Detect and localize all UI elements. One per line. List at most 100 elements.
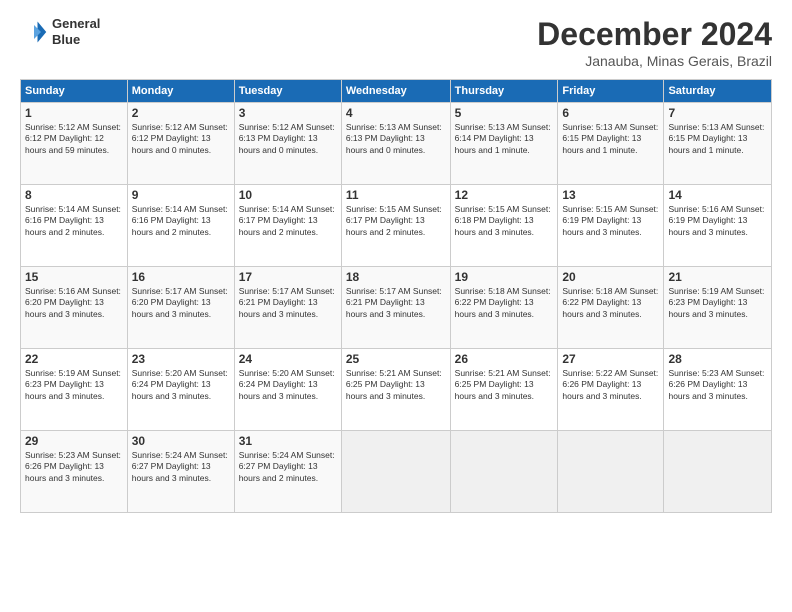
col-tuesday: Tuesday <box>234 80 341 103</box>
table-row: 17Sunrise: 5:17 AM Sunset: 6:21 PM Dayli… <box>234 267 341 349</box>
day-info: Sunrise: 5:17 AM Sunset: 6:20 PM Dayligh… <box>132 286 230 320</box>
day-info: Sunrise: 5:18 AM Sunset: 6:22 PM Dayligh… <box>562 286 659 320</box>
month-title: December 2024 <box>537 16 772 53</box>
day-number: 31 <box>239 434 337 448</box>
table-row: 16Sunrise: 5:17 AM Sunset: 6:20 PM Dayli… <box>127 267 234 349</box>
day-info: Sunrise: 5:13 AM Sunset: 6:15 PM Dayligh… <box>668 122 767 156</box>
logo-line2: Blue <box>52 32 100 48</box>
day-info: Sunrise: 5:14 AM Sunset: 6:17 PM Dayligh… <box>239 204 337 238</box>
table-row: 20 Sunrise: 5:18 AM Sunset: 6:22 PM Dayli… <box>558 267 664 349</box>
table-row: 6 Sunrise: 5:13 AM Sunset: 6:15 PM Daylig… <box>558 103 664 185</box>
day-info: Sunrise: 5:15 AM Sunset: 6:17 PM Dayligh… <box>346 204 446 238</box>
table-row <box>341 431 450 513</box>
table-row: 12 Sunrise: 5:15 AM Sunset: 6:18 PM Dayli… <box>450 185 558 267</box>
table-row: 13 Sunrise: 5:15 AM Sunset: 6:19 PM Dayli… <box>558 185 664 267</box>
day-number: 13 <box>562 188 659 202</box>
day-number: 11 <box>346 188 446 202</box>
table-row: 25 Sunrise: 5:21 AM Sunset: 6:25 PM Dayli… <box>341 349 450 431</box>
table-row <box>558 431 664 513</box>
table-row: 2 Sunrise: 5:12 AM Sunset: 6:12 PM Daylig… <box>127 103 234 185</box>
logo-icon <box>20 18 48 46</box>
day-info: Sunrise: 5:14 AM Sunset: 6:16 PM Dayligh… <box>25 204 123 238</box>
logo-line1: General <box>52 16 100 32</box>
page: General Blue December 2024 Janauba, Mina… <box>0 0 792 612</box>
day-number: 30 <box>132 434 230 448</box>
day-info: Sunrise: 5:17 AM Sunset: 6:21 PM Dayligh… <box>239 286 337 320</box>
day-info: Sunrise: 5:12 AM Sunset: 6:13 PM Dayligh… <box>239 122 337 156</box>
calendar-table: Sunday Monday Tuesday Wednesday Thursday… <box>20 79 772 513</box>
day-info: Sunrise: 5:13 AM Sunset: 6:13 PM Dayligh… <box>346 122 446 156</box>
col-sunday: Sunday <box>21 80 128 103</box>
calendar-header: Sunday Monday Tuesday Wednesday Thursday… <box>21 80 772 103</box>
calendar-week-3: 15 Sunrise: 5:16 AM Sunset: 6:20 PM Dayli… <box>21 267 772 349</box>
day-number: 22 <box>25 352 123 366</box>
day-info: Sunrise: 5:14 AM Sunset: 6:16 PM Dayligh… <box>132 204 230 238</box>
table-row: 9 Sunrise: 5:14 AM Sunset: 6:16 PM Daylig… <box>127 185 234 267</box>
day-number: 7 <box>668 106 767 120</box>
day-info: Sunrise: 5:23 AM Sunset: 6:26 PM Dayligh… <box>25 450 123 484</box>
day-info: Sunrise: 5:12 AM Sunset: 6:12 PM Dayligh… <box>132 122 230 156</box>
table-row <box>450 431 558 513</box>
day-info: Sunrise: 5:15 AM Sunset: 6:19 PM Dayligh… <box>562 204 659 238</box>
table-row: 7 Sunrise: 5:13 AM Sunset: 6:15 PM Daylig… <box>664 103 772 185</box>
location-subtitle: Janauba, Minas Gerais, Brazil <box>537 53 772 69</box>
calendar-body: 1 Sunrise: 5:12 AM Sunset: 6:12 PM Daylig… <box>21 103 772 513</box>
table-row <box>664 431 772 513</box>
table-row: 5 Sunrise: 5:13 AM Sunset: 6:14 PM Daylig… <box>450 103 558 185</box>
day-info: Sunrise: 5:24 AM Sunset: 6:27 PM Dayligh… <box>239 450 337 484</box>
day-number: 25 <box>346 352 446 366</box>
day-number: 24 <box>239 352 337 366</box>
day-info: Sunrise: 5:24 AM Sunset: 6:27 PM Dayligh… <box>132 450 230 484</box>
calendar-week-2: 8 Sunrise: 5:14 AM Sunset: 6:16 PM Daylig… <box>21 185 772 267</box>
day-info: Sunrise: 5:21 AM Sunset: 6:25 PM Dayligh… <box>346 368 446 402</box>
table-row: 10 Sunrise: 5:14 AM Sunset: 6:17 PM Dayli… <box>234 185 341 267</box>
day-info: Sunrise: 5:20 AM Sunset: 6:24 PM Dayligh… <box>132 368 230 402</box>
day-number: 15 <box>25 270 123 284</box>
table-row: 1Sunrise: 5:12 AM Sunset: 6:12 PM Daylig… <box>21 103 128 185</box>
day-info: Sunrise: 5:15 AM Sunset: 6:18 PM Dayligh… <box>455 204 554 238</box>
logo-text: General Blue <box>52 16 100 47</box>
table-row: 19 Sunrise: 5:18 AM Sunset: 6:22 PM Dayli… <box>450 267 558 349</box>
day-number: 14 <box>668 188 767 202</box>
title-block: December 2024 Janauba, Minas Gerais, Bra… <box>537 16 772 69</box>
col-wednesday: Wednesday <box>341 80 450 103</box>
day-number: 6 <box>562 106 659 120</box>
day-number: 23 <box>132 352 230 366</box>
table-row: 15 Sunrise: 5:16 AM Sunset: 6:20 PM Dayli… <box>21 267 128 349</box>
day-info: Sunrise: 5:19 AM Sunset: 6:23 PM Dayligh… <box>668 286 767 320</box>
day-number: 26 <box>455 352 554 366</box>
day-info: Sunrise: 5:16 AM Sunset: 6:20 PM Dayligh… <box>25 286 123 320</box>
day-info: Sunrise: 5:19 AM Sunset: 6:23 PM Dayligh… <box>25 368 123 402</box>
col-friday: Friday <box>558 80 664 103</box>
logo: General Blue <box>20 16 100 47</box>
day-number: 5 <box>455 106 554 120</box>
day-info: Sunrise: 5:17 AM Sunset: 6:21 PM Dayligh… <box>346 286 446 320</box>
day-info: Sunrise: 5:21 AM Sunset: 6:25 PM Dayligh… <box>455 368 554 402</box>
day-info: Sunrise: 5:13 AM Sunset: 6:15 PM Dayligh… <box>562 122 659 156</box>
day-number: 10 <box>239 188 337 202</box>
day-number: 2 <box>132 106 230 120</box>
table-row: 23 Sunrise: 5:20 AM Sunset: 6:24 PM Dayli… <box>127 349 234 431</box>
day-number: 1 <box>25 106 123 120</box>
col-thursday: Thursday <box>450 80 558 103</box>
day-info: Sunrise: 5:18 AM Sunset: 6:22 PM Dayligh… <box>455 286 554 320</box>
day-number: 29 <box>25 434 123 448</box>
day-number: 12 <box>455 188 554 202</box>
day-info: Sunrise: 5:13 AM Sunset: 6:14 PM Dayligh… <box>455 122 554 156</box>
day-number: 8 <box>25 188 123 202</box>
table-row: 11 Sunrise: 5:15 AM Sunset: 6:17 PM Dayli… <box>341 185 450 267</box>
table-row: 30 Sunrise: 5:24 AM Sunset: 6:27 PM Dayli… <box>127 431 234 513</box>
day-number: 19 <box>455 270 554 284</box>
table-row: 24Sunrise: 5:20 AM Sunset: 6:24 PM Dayli… <box>234 349 341 431</box>
day-number: 20 <box>562 270 659 284</box>
table-row: 22 Sunrise: 5:19 AM Sunset: 6:23 PM Dayli… <box>21 349 128 431</box>
calendar-week-1: 1 Sunrise: 5:12 AM Sunset: 6:12 PM Daylig… <box>21 103 772 185</box>
table-row: 26 Sunrise: 5:21 AM Sunset: 6:25 PM Dayli… <box>450 349 558 431</box>
table-row: 29 Sunrise: 5:23 AM Sunset: 6:26 PM Dayli… <box>21 431 128 513</box>
table-row: 31 Sunrise: 5:24 AM Sunset: 6:27 PM Dayli… <box>234 431 341 513</box>
calendar-week-5: 29 Sunrise: 5:23 AM Sunset: 6:26 PM Dayli… <box>21 431 772 513</box>
weekday-row: Sunday Monday Tuesday Wednesday Thursday… <box>21 80 772 103</box>
day-number: 9 <box>132 188 230 202</box>
table-row: 18Sunrise: 5:17 AM Sunset: 6:21 PM Dayli… <box>341 267 450 349</box>
col-saturday: Saturday <box>664 80 772 103</box>
